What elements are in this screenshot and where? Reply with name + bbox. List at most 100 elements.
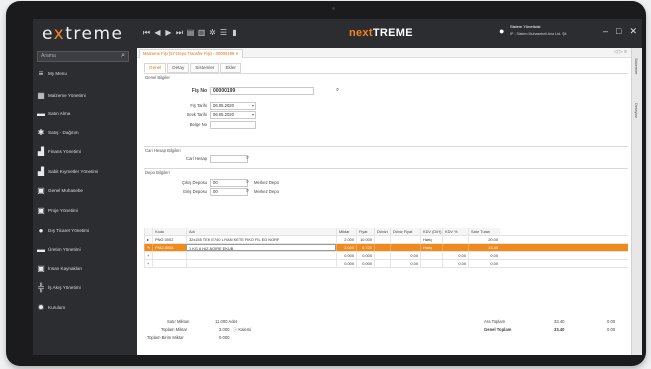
grid-cell-code[interactable]: PNO-0008 <box>152 244 186 251</box>
export-icon[interactable]: ▥ <box>197 27 206 39</box>
close-icon[interactable]: ✕ <box>629 26 637 37</box>
grid-cell-name[interactable] <box>186 260 336 267</box>
grid-cell-vat_pct[interactable]: 0.00 <box>442 260 468 267</box>
sidebar-item-4[interactable]: ▟ Finans Yönetimi <box>33 145 137 159</box>
grid-cell-name[interactable] <box>186 252 336 259</box>
grid-cell-fx_price[interactable] <box>390 244 420 251</box>
sidebar-item-5[interactable]: ▟ Sabit Kıymetler Yönetimi <box>33 165 137 179</box>
last-icon[interactable]: ⏭ <box>175 27 184 39</box>
brand-logo: nextTREME <box>349 27 413 39</box>
table-row[interactable]: ▸ PNO-0002 32x155 TEK E740 LIYAN KETE FIKO… <box>144 236 628 244</box>
sidebar-item-2[interactable]: ▬ Satın Alma <box>33 107 137 121</box>
grid-header-cell[interactable]: Fiyat <box>356 228 374 235</box>
grid-cell-price[interactable]: 10.000 <box>356 236 374 243</box>
grid-header-cell[interactable]: Kodu <box>152 228 186 235</box>
prev-icon[interactable]: ◀ <box>153 27 162 39</box>
cari-hesap-field[interactable] <box>210 155 248 163</box>
table-row[interactable]: +0.000 0.000 0.00 0.00 0.00 <box>144 252 628 260</box>
cikis-depo-field[interactable]: 00 <box>210 179 248 187</box>
genel-toplam-value: 33.40 <box>554 327 565 332</box>
grid-cell-vat_pct[interactable] <box>442 236 468 243</box>
bookmark-icon[interactable]: ▮ <box>230 27 239 39</box>
grid-cell-code[interactable] <box>152 252 186 259</box>
first-icon[interactable]: ⏮ <box>142 27 151 39</box>
minimize-icon[interactable]: – <box>603 26 608 37</box>
grid-cell-name[interactable]: 32x155 TEK E740 LIYAN KETE FIKO FIL EG N… <box>186 236 336 243</box>
tab-sistemler[interactable]: Sistemler <box>190 63 220 73</box>
sidebar-item-6[interactable]: ▣ Genel Muhasebe <box>33 184 137 198</box>
side-tab-detaylar[interactable]: Detaylar <box>634 103 639 118</box>
tab-nav-arrows[interactable]: ◁ ▷ ≡ <box>614 49 627 55</box>
sevk-tarihi-field[interactable]: 06.05.2020 ▾ <box>210 111 256 119</box>
sidebar-item-7[interactable]: ▣ Proje Yönetimi <box>33 204 137 218</box>
grid-cell-fx_price[interactable]: 0.00 <box>390 252 420 259</box>
sidebar-item-8[interactable]: ● Dış Ticaret Yönetimi <box>33 224 137 238</box>
grid-cell-code[interactable] <box>152 260 186 267</box>
grid-cell-total[interactable]: 20.00 <box>468 236 500 243</box>
grid-cell-fx_price[interactable] <box>390 236 420 243</box>
grid-header-cell[interactable]: Satır Tutarı <box>468 228 500 235</box>
next-icon[interactable]: ▶ <box>164 27 173 39</box>
grid-cell-vat_dh[interactable]: Hariç <box>420 244 442 251</box>
grid-header-cell[interactable]: Miktar <box>336 228 356 235</box>
print-icon[interactable]: ▤ <box>186 27 195 39</box>
grid-cell-currency[interactable] <box>374 236 390 243</box>
table-row[interactable]: +0.000 0.000 0.00 0.00 0.00 <box>144 260 628 268</box>
grid-cell-vat_dh[interactable] <box>420 252 442 259</box>
grid-header-cell[interactable]: KDV % <box>442 228 468 235</box>
grid-cell-price[interactable]: 6.720 <box>356 244 374 251</box>
lookup-icon[interactable]: ⌕ <box>246 188 249 194</box>
tab-ekler[interactable]: Ekler <box>220 63 241 73</box>
grid-header-cell[interactable]: Adı <box>186 228 336 235</box>
grid-header-cell[interactable]: Dövizi <box>374 228 390 235</box>
chevron-down-icon[interactable]: ▾ <box>252 103 254 109</box>
grid-header-cell[interactable]: Döviz Fiyat <box>390 228 420 235</box>
sidebar-item-11[interactable]: ╬ İş Akış Yönetimi <box>33 281 137 295</box>
section-title: Cari Hesap Bilgileri <box>145 148 181 153</box>
grid-cell-price[interactable]: 0.000 <box>356 260 374 267</box>
grid-cell-code[interactable]: PNO-0002 <box>152 236 186 243</box>
lookup-icon[interactable]: ⌕ <box>246 179 249 185</box>
sidebar-item-3[interactable]: ✱ Satış - Dağıtım <box>33 126 137 140</box>
tab-genel[interactable]: Genel <box>144 63 167 73</box>
grid-cell-vat_dh[interactable]: Hariç <box>420 236 442 243</box>
table-row[interactable]: ✎ PNO-0008 1 KG 6 HIZ ÄGIRE EKUB 2.000 6.720… <box>144 244 628 252</box>
maximize-icon[interactable]: □ <box>616 26 621 37</box>
search-icon[interactable]: ⌕ <box>121 52 125 60</box>
sidebar-item-9[interactable]: ▬ Üretim Yönetimi <box>33 243 137 257</box>
side-tab-sistemler[interactable]: Sistemler <box>634 58 639 75</box>
sidebar-item-1[interactable]: ▦ Malzeme Yönetimi <box>33 89 137 103</box>
grid-cell-fx_price[interactable]: 0.00 <box>390 260 420 267</box>
grid-cell-qty[interactable]: 2.000 <box>336 236 356 243</box>
grid-cell-total[interactable]: 0.00 <box>468 260 500 267</box>
grid-cell-currency[interactable] <box>374 260 390 267</box>
fis-tarihi-field[interactable]: 06.05.2020 ▾ <box>210 102 256 110</box>
grid-cell-total[interactable]: 13.40 <box>468 244 500 251</box>
grid-cell-name[interactable]: 1 KG 6 HIZ ÄGIRE EKUB <box>186 244 336 251</box>
sidebar-item-10[interactable]: ▣ İnsan Kaynakları <box>33 262 137 276</box>
grid-header-cell[interactable]: KDV (D/H) <box>420 228 442 235</box>
grid-cell-price[interactable]: 0.000 <box>356 252 374 259</box>
grid-cell-vat_pct[interactable]: 0.00 <box>442 252 468 259</box>
grid-cell-total[interactable]: 0.00 <box>468 252 500 259</box>
lookup-icon[interactable]: ⌕ <box>336 87 339 93</box>
menu-icon[interactable]: ☰ <box>219 27 228 39</box>
tab-detay[interactable]: Detay <box>167 63 190 73</box>
sidebar-item-0[interactable]: ≡ My Menu <box>33 67 137 81</box>
giris-depo-field[interactable]: 00 <box>210 188 248 196</box>
grid-cell-qty[interactable]: 2.000 <box>336 244 356 251</box>
belge-no-field[interactable] <box>210 121 256 129</box>
grid-cell-qty[interactable]: 0.000 <box>336 252 356 259</box>
grid-cell-currency[interactable] <box>374 252 390 259</box>
grid-cell-currency[interactable] <box>374 244 390 251</box>
grid-cell-vat_dh[interactable] <box>420 260 442 267</box>
chevron-down-icon[interactable]: ▾ <box>252 112 254 118</box>
sidebar-item-12[interactable]: ✹ Kurulum <box>33 301 137 315</box>
sidebar-search-input[interactable]: Arama ⌕ <box>37 51 129 62</box>
grid-cell-qty[interactable]: 0.000 <box>336 260 356 267</box>
fis-no-field[interactable]: 00000199 <box>210 87 314 95</box>
lookup-icon[interactable]: ⌕ <box>246 155 249 161</box>
settings-icon[interactable]: ✲ <box>208 27 217 39</box>
document-tab[interactable]: Malzeme Fişi (57-Depo Transfer Fişi) - 0… <box>139 49 243 58</box>
grid-cell-vat_pct[interactable] <box>442 244 468 251</box>
